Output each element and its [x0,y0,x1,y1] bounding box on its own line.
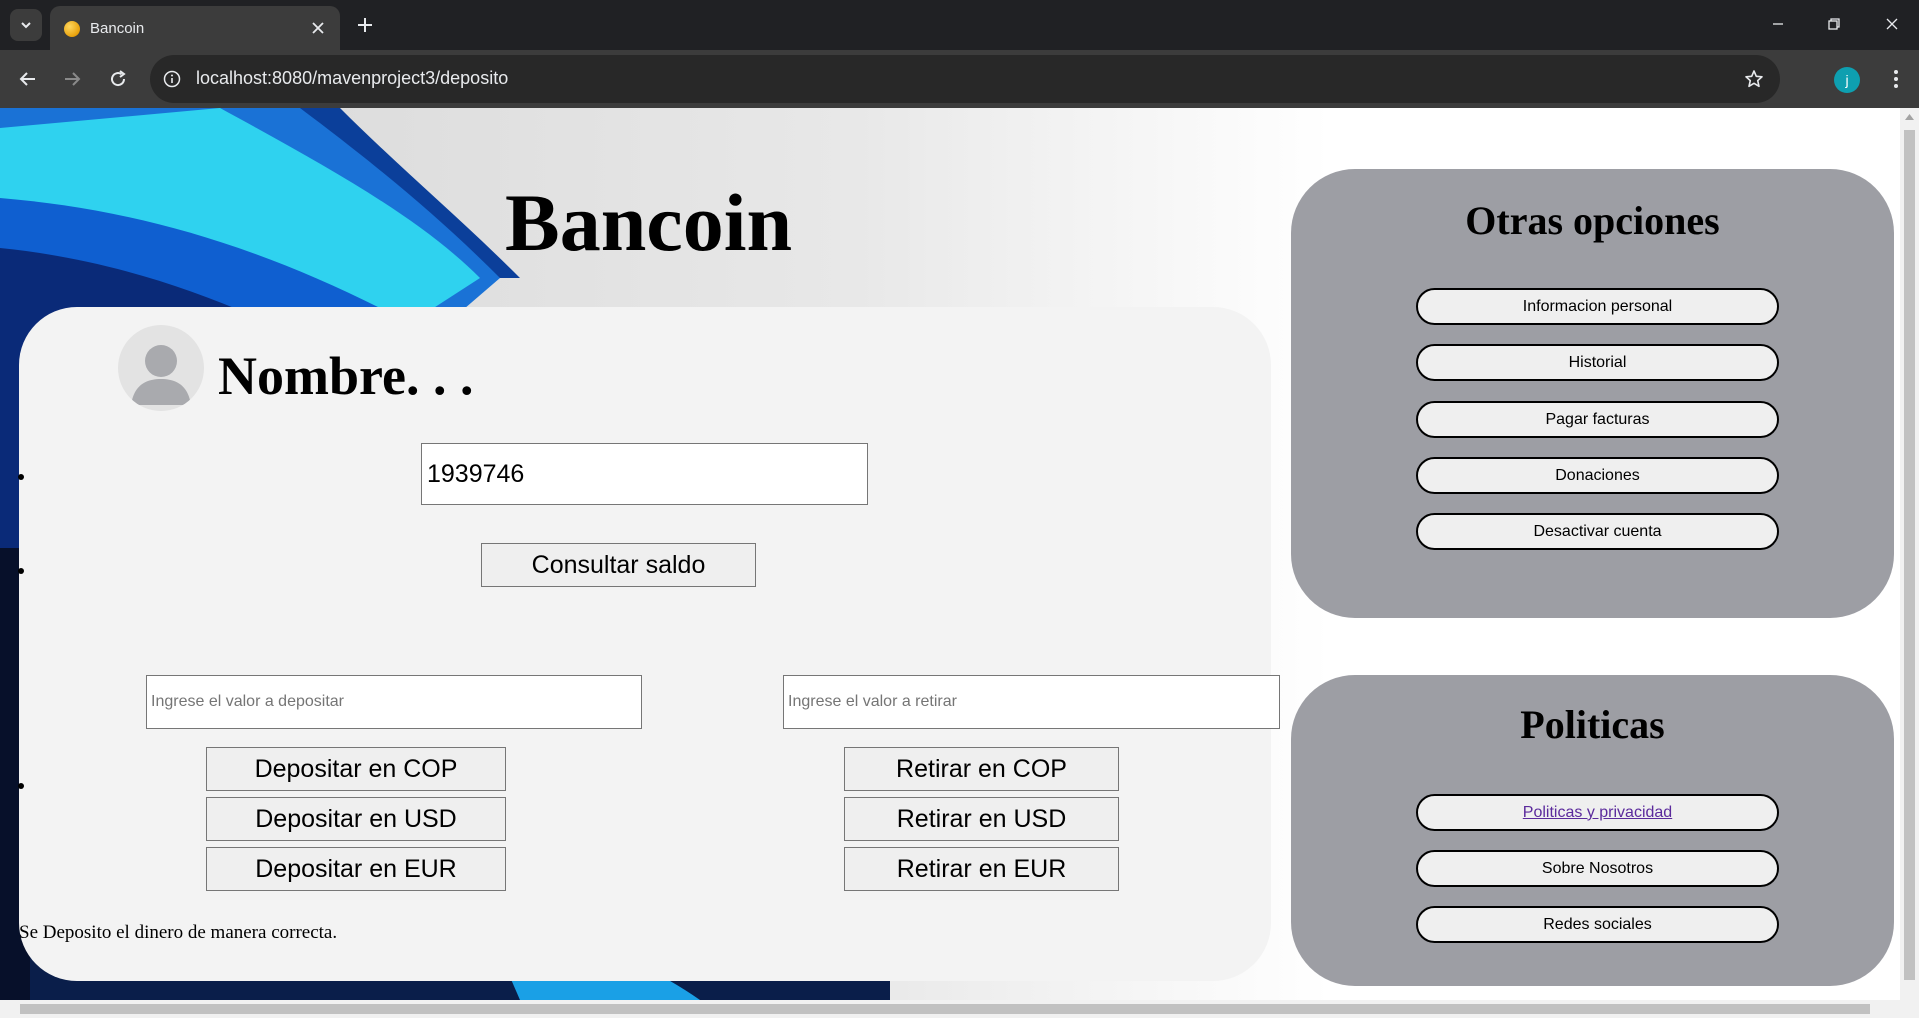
vertical-scrollbar[interactable] [1900,108,1919,1000]
deposit-usd-button[interactable]: Depositar en USD [206,797,506,841]
avatar [118,325,204,411]
about-us-button[interactable]: Sobre Nosotros [1416,850,1779,887]
restore-button[interactable] [1814,8,1854,40]
site-info-icon[interactable] [160,67,184,91]
user-name: Nombre. . . [218,346,474,406]
tab-search-button[interactable] [10,9,42,41]
chevron-down-icon [21,22,31,29]
deposit-amount-input[interactable] [146,675,642,729]
reload-button[interactable] [102,63,134,95]
coin-icon [64,21,80,37]
withdraw-cop-button[interactable]: Retirar en COP [844,747,1119,791]
account-number-input[interactable] [421,443,868,505]
arrow-right-icon [65,72,81,86]
pay-bills-button[interactable]: Pagar facturas [1416,401,1779,438]
new-tab-button[interactable] [350,10,380,40]
policies-title: Politicas [1520,702,1665,747]
scroll-up-icon[interactable] [1905,114,1914,120]
info-icon [163,70,181,88]
withdraw-amount-input[interactable] [783,675,1280,729]
other-options-title: Otras opciones [1465,198,1720,243]
browser-menu-button[interactable] [1880,63,1912,95]
other-options-panel: Otras opciones Informacion personal Hist… [1291,169,1894,618]
history-button[interactable]: Historial [1416,344,1779,381]
privacy-policy-link[interactable]: Politicas y privacidad [1523,804,1672,822]
deactivate-account-button[interactable]: Desactivar cuenta [1416,513,1779,550]
star-icon [1745,70,1763,88]
donations-button[interactable]: Donaciones [1416,457,1779,494]
tab-close-button[interactable] [306,16,330,40]
reload-icon [111,70,126,87]
browser-tab-bar: Bancoin [0,0,1919,50]
restore-icon [1828,18,1840,30]
vertical-scrollbar-thumb[interactable] [1904,130,1915,980]
minimize-button[interactable] [1758,8,1798,40]
plus-icon [358,18,372,32]
minimize-icon [1773,23,1783,25]
profile-avatar[interactable]: j [1834,67,1860,93]
back-button[interactable] [12,63,44,95]
close-icon [1886,18,1898,30]
browser-tab[interactable]: Bancoin [50,6,340,50]
horizontal-scrollbar[interactable] [0,1000,1919,1018]
bookmark-button[interactable] [1740,65,1768,93]
personal-info-button[interactable]: Informacion personal [1416,288,1779,325]
user-icon [131,345,191,405]
browser-toolbar: localhost:8080/mavenproject3/deposito j [0,50,1919,108]
withdraw-usd-button[interactable]: Retirar en USD [844,797,1119,841]
arrow-left-icon [19,72,35,86]
deposit-eur-button[interactable]: Depositar en EUR [206,847,506,891]
forward-button[interactable] [56,63,88,95]
close-icon [312,22,324,34]
status-message: Se Deposito el dinero de manera correcta… [19,922,338,943]
check-balance-button[interactable]: Consultar saldo [481,543,756,587]
tab-title: Bancoin [90,20,145,37]
list-bullet [18,568,24,574]
site-title: Bancoin [505,177,793,268]
close-window-button[interactable] [1872,8,1912,40]
withdraw-eur-button[interactable]: Retirar en EUR [844,847,1119,891]
privacy-policy-button[interactable]: Politicas y privacidad [1416,794,1779,831]
list-bullet [18,783,24,789]
more-vertical-icon [1894,70,1898,88]
horizontal-scrollbar-thumb[interactable] [20,1004,1870,1014]
url-text[interactable]: localhost:8080/mavenproject3/deposito [196,68,508,89]
address-bar[interactable]: localhost:8080/mavenproject3/deposito [150,55,1780,103]
deposit-cop-button[interactable]: Depositar en COP [206,747,506,791]
social-media-button[interactable]: Redes sociales [1416,906,1779,943]
policies-panel: Politicas Politicas y privacidad Sobre N… [1291,675,1894,986]
list-bullet [18,474,24,480]
